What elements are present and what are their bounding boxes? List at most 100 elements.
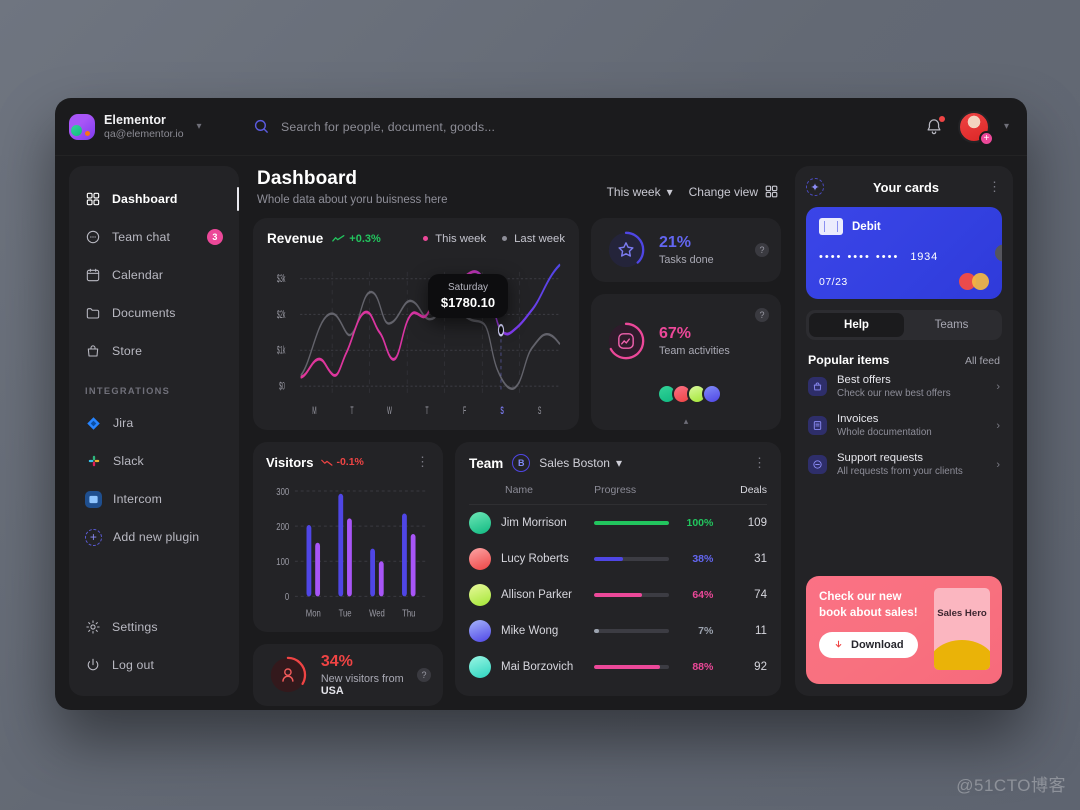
popular-items-section: Popular items All feed Best offers Check… [806, 351, 1002, 484]
tab-teams[interactable]: Teams [904, 313, 999, 337]
sidebar-item-team-chat[interactable]: Team chat 3 [69, 218, 239, 256]
revenue-title: Revenue [267, 231, 324, 246]
new-visitors-ring [269, 656, 307, 694]
brand-block[interactable]: Elementor qa@elementor.io ▾ [69, 113, 241, 140]
app-body: Dashboard Team chat 3 Calendar Documents… [55, 156, 1027, 710]
team-title: Team [469, 455, 504, 471]
team-activities-card[interactable]: ? 67% Team activities ▴ [591, 294, 781, 430]
team-activities-label: Team activities [659, 345, 730, 357]
new-visitors-card[interactable]: 34% New visitors from USA ? [253, 644, 443, 706]
deals-count: 92 [754, 661, 767, 673]
sidebar-item-settings[interactable]: Settings [69, 608, 239, 646]
item-title: Best offers [837, 374, 891, 386]
chevron-right-icon: › [996, 380, 1000, 393]
progress-bar [594, 557, 670, 561]
progress-bar [594, 629, 670, 633]
table-row[interactable]: Mike Wong 7% 11 [469, 613, 767, 649]
sidebar-item-slack[interactable]: Slack [69, 442, 239, 480]
sidebar-item-label: Jira [113, 416, 134, 430]
new-visitors-country: USA [320, 685, 344, 697]
legend-label: Last week [514, 232, 565, 245]
download-label: Download [851, 639, 904, 652]
notifications-button[interactable] [924, 115, 945, 137]
watermark: @51CTO博客 [956, 776, 1066, 795]
promo-banner[interactable]: Check our new book about sales! Download… [806, 576, 1002, 684]
list-item-support-requests[interactable]: Support requests All requests from your … [806, 445, 1002, 484]
sidebar-footer-nav: Settings Log out [69, 608, 239, 684]
chevron-up-icon[interactable]: ▴ [684, 416, 689, 427]
sidebar-item-calendar[interactable]: Calendar [69, 256, 239, 294]
tasks-done-label: Tasks done [659, 254, 714, 266]
table-row[interactable]: Jim Morrison 100% 109 [469, 505, 767, 541]
avatar [469, 656, 491, 678]
list-item-best-offers[interactable]: Best offers Check our new best offers › [806, 367, 1002, 406]
account-chevron-down-icon[interactable]: ▾ [1004, 121, 1009, 132]
tab-help[interactable]: Help [809, 313, 904, 337]
svg-text:T: T [425, 404, 428, 417]
promo-shadow [823, 676, 985, 684]
visitors-column: Visitors -0.1% ⋮ 300 200 100 0 Mon Tue W… [253, 442, 443, 706]
svg-text:S: S [500, 404, 504, 417]
chevron-down-icon[interactable]: ▾ [197, 121, 202, 132]
sidebar-item-jira[interactable]: Jira [69, 404, 239, 442]
stats-column: 21% Tasks done ? ? 67% Team activities ▴ [591, 218, 781, 430]
svg-text:Wed: Wed [369, 608, 385, 619]
tasks-done-value: 21% [659, 234, 692, 251]
avatar [469, 548, 491, 570]
user-avatar[interactable]: + [957, 110, 994, 146]
deals-count: 74 [754, 589, 767, 601]
book-title: Sales Hero [937, 608, 987, 619]
folder-icon [86, 308, 100, 319]
list-item-invoices[interactable]: Invoices Whole documentation › [806, 406, 1002, 445]
visitors-chart-svg: 300200 1000 Mon Tue Wed Thu [276, 486, 427, 619]
legend-last-week[interactable]: Last week [502, 233, 565, 245]
all-feed-link[interactable]: All feed [965, 355, 1000, 367]
sparkle-icon[interactable]: ✦ [806, 178, 824, 196]
download-button[interactable]: Download [819, 632, 918, 659]
team-activities-help-icon[interactable]: ? [755, 308, 769, 322]
deals-count: 109 [747, 517, 767, 529]
integrations-nav: Jira Slack Intercom + Add new plugin [69, 404, 239, 556]
credit-card[interactable]: Debit •••• •••• •••• 1934 07/23 › [806, 207, 1002, 299]
sidebar-item-intercom[interactable]: Intercom [69, 480, 239, 518]
sidebar-item-log-out[interactable]: Log out [69, 646, 239, 684]
svg-text:300: 300 [276, 486, 289, 497]
page-title: Dashboard [257, 168, 358, 189]
right-panel: ✦ Your cards ⋮ Debit •••• •••• •••• 1934… [795, 166, 1013, 696]
progress-percent: 7% [698, 625, 714, 637]
period-selector[interactable]: This week ▾ [607, 185, 673, 199]
intercom-icon [85, 490, 102, 508]
team-menu-icon[interactable]: ⋮ [753, 455, 767, 471]
chat-icon [86, 230, 100, 244]
chevron-right-icon: › [996, 419, 1000, 432]
card-masked-digits: •••• •••• •••• [819, 251, 900, 263]
table-row[interactable]: Mai Borzovich 88% 92 [469, 649, 767, 685]
elementor-logo-icon [69, 113, 95, 140]
visitors-menu-icon[interactable]: ⋮ [416, 454, 430, 470]
your-cards-menu-icon[interactable]: ⋮ [988, 179, 1002, 195]
tasks-done-card[interactable]: 21% Tasks done ? [591, 218, 781, 282]
your-cards-title: Your cards [873, 179, 939, 195]
svg-text:W: W [387, 404, 392, 417]
legend-this-week[interactable]: This week [423, 233, 486, 245]
next-card-chevron-right-icon[interactable]: › [995, 244, 1002, 262]
dashboard-row-bottom: Visitors -0.1% ⋮ 300 200 100 0 Mon Tue W… [253, 442, 781, 706]
add-user-icon[interactable]: + [978, 130, 994, 146]
new-visitors-help-icon[interactable]: ? [417, 668, 431, 682]
sidebar-item-store[interactable]: Store [69, 332, 239, 370]
change-view-button[interactable]: Change view [689, 184, 779, 199]
sidebar-item-dashboard[interactable]: Dashboard [69, 180, 239, 218]
search-input[interactable] [281, 119, 641, 134]
sidebar-item-documents[interactable]: Documents [69, 294, 239, 332]
team-selector[interactable]: Sales Boston ▾ [539, 456, 622, 470]
grid-view-icon [765, 185, 778, 198]
search-bar[interactable] [241, 118, 924, 135]
tasks-done-help-icon[interactable]: ? [755, 243, 769, 257]
table-row[interactable]: Allison Parker 64% 74 [469, 577, 767, 613]
team-activities-value: 67% [659, 325, 692, 342]
sidebar-item-add-new-plugin[interactable]: + Add new plugin [69, 518, 239, 556]
team-chip: B [512, 454, 531, 472]
sidebar-item-label: Slack [113, 454, 144, 468]
column-header-progress: Progress [594, 484, 637, 496]
table-row[interactable]: Lucy Roberts 38% 31 [469, 541, 767, 577]
